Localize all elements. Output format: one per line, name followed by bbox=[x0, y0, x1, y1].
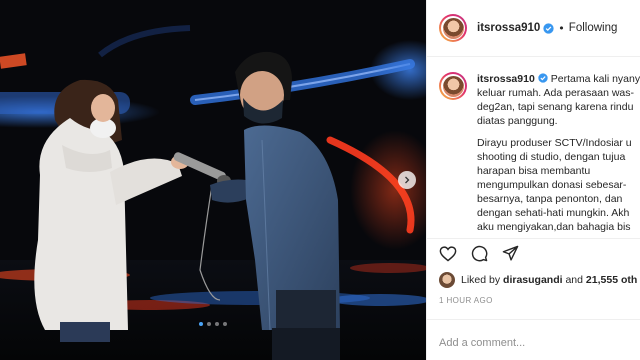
post-actions bbox=[427, 238, 640, 268]
caption-text: itsrossa910 Pertama kali nyany keluar rum… bbox=[477, 72, 640, 238]
carousel-dot[interactable] bbox=[223, 322, 227, 326]
post-caption: itsrossa910 Pertama kali nyany keluar rum… bbox=[427, 58, 640, 238]
caption-avatar[interactable] bbox=[439, 72, 467, 100]
likes-prefix: Liked by bbox=[461, 274, 501, 286]
carousel-dot[interactable] bbox=[199, 322, 203, 326]
likes-summary: Liked by dirasugandi and 21,555 oth bbox=[439, 272, 637, 288]
post-photo[interactable] bbox=[0, 0, 426, 360]
carousel-dot[interactable] bbox=[215, 322, 219, 326]
caption-line: besarnya, tanpa penonton, dan bbox=[477, 193, 623, 205]
chevron-right-icon bbox=[405, 176, 410, 184]
post-header: itsrossa910 • Following bbox=[427, 0, 640, 57]
caption-line: Pertama kali nyany bbox=[550, 73, 640, 85]
caption-line: harapan bisa membantu bbox=[477, 165, 591, 177]
carousel-dot[interactable] bbox=[207, 322, 211, 326]
header-separator: • bbox=[558, 21, 565, 35]
comment-input[interactable] bbox=[439, 337, 629, 349]
avatar[interactable] bbox=[439, 14, 467, 42]
caption-line: diatas panggung. bbox=[477, 115, 558, 127]
caption-line: keluar rumah. Ada perasaan was- bbox=[477, 87, 635, 99]
share-button[interactable] bbox=[502, 245, 519, 262]
caption-line: shooting di studio, dengan tujua bbox=[477, 151, 626, 163]
following-button[interactable]: Following bbox=[569, 22, 618, 34]
comment-bubble-icon bbox=[471, 245, 488, 262]
likes-count[interactable]: 21,555 oth bbox=[586, 274, 637, 286]
liker-avatar bbox=[439, 272, 455, 288]
caption-first-line: itsrossa910 Pertama kali nyany bbox=[477, 72, 640, 86]
carousel-next-button[interactable] bbox=[398, 171, 416, 189]
heart-icon bbox=[439, 245, 457, 261]
comment-button[interactable] bbox=[471, 245, 488, 262]
caption-line: deg2an, tapi senang karena rindu bbox=[477, 101, 634, 113]
avatar-image bbox=[442, 75, 464, 97]
caption-line: dengan sehati-hati mungkin. Akh bbox=[477, 207, 630, 219]
caption-line: aku mengiyakan,dan bahagia bis bbox=[477, 221, 631, 233]
post-side-panel: itsrossa910 • Following itsrossa910 Perta… bbox=[426, 0, 640, 360]
liker-username[interactable]: dirasugandi bbox=[503, 274, 563, 286]
verified-badge-icon bbox=[543, 22, 554, 34]
like-button[interactable] bbox=[439, 245, 457, 262]
caption-paragraph-gap bbox=[477, 128, 640, 136]
avatar-ring bbox=[441, 16, 465, 40]
carousel-dots bbox=[0, 322, 426, 326]
instagram-post: itsrossa910 • Following itsrossa910 Perta… bbox=[0, 0, 640, 360]
post-author-username[interactable]: itsrossa910 bbox=[477, 22, 540, 34]
comment-bar bbox=[427, 319, 640, 360]
caption-username[interactable]: itsrossa910 bbox=[477, 73, 535, 85]
likes-and: and bbox=[565, 274, 583, 286]
stage-photo-illustration bbox=[0, 0, 426, 360]
caption-line: mengumpulkan donasi sebesar- bbox=[477, 179, 627, 191]
caption-line: Dirayu produser SCTV/Indosiar u bbox=[477, 137, 632, 149]
post-timestamp[interactable]: 1 HOUR AGO bbox=[439, 296, 493, 305]
paper-plane-icon bbox=[502, 245, 519, 261]
avatar-ring bbox=[441, 74, 465, 98]
avatar-image bbox=[442, 17, 464, 39]
verified-badge-icon bbox=[538, 73, 548, 83]
